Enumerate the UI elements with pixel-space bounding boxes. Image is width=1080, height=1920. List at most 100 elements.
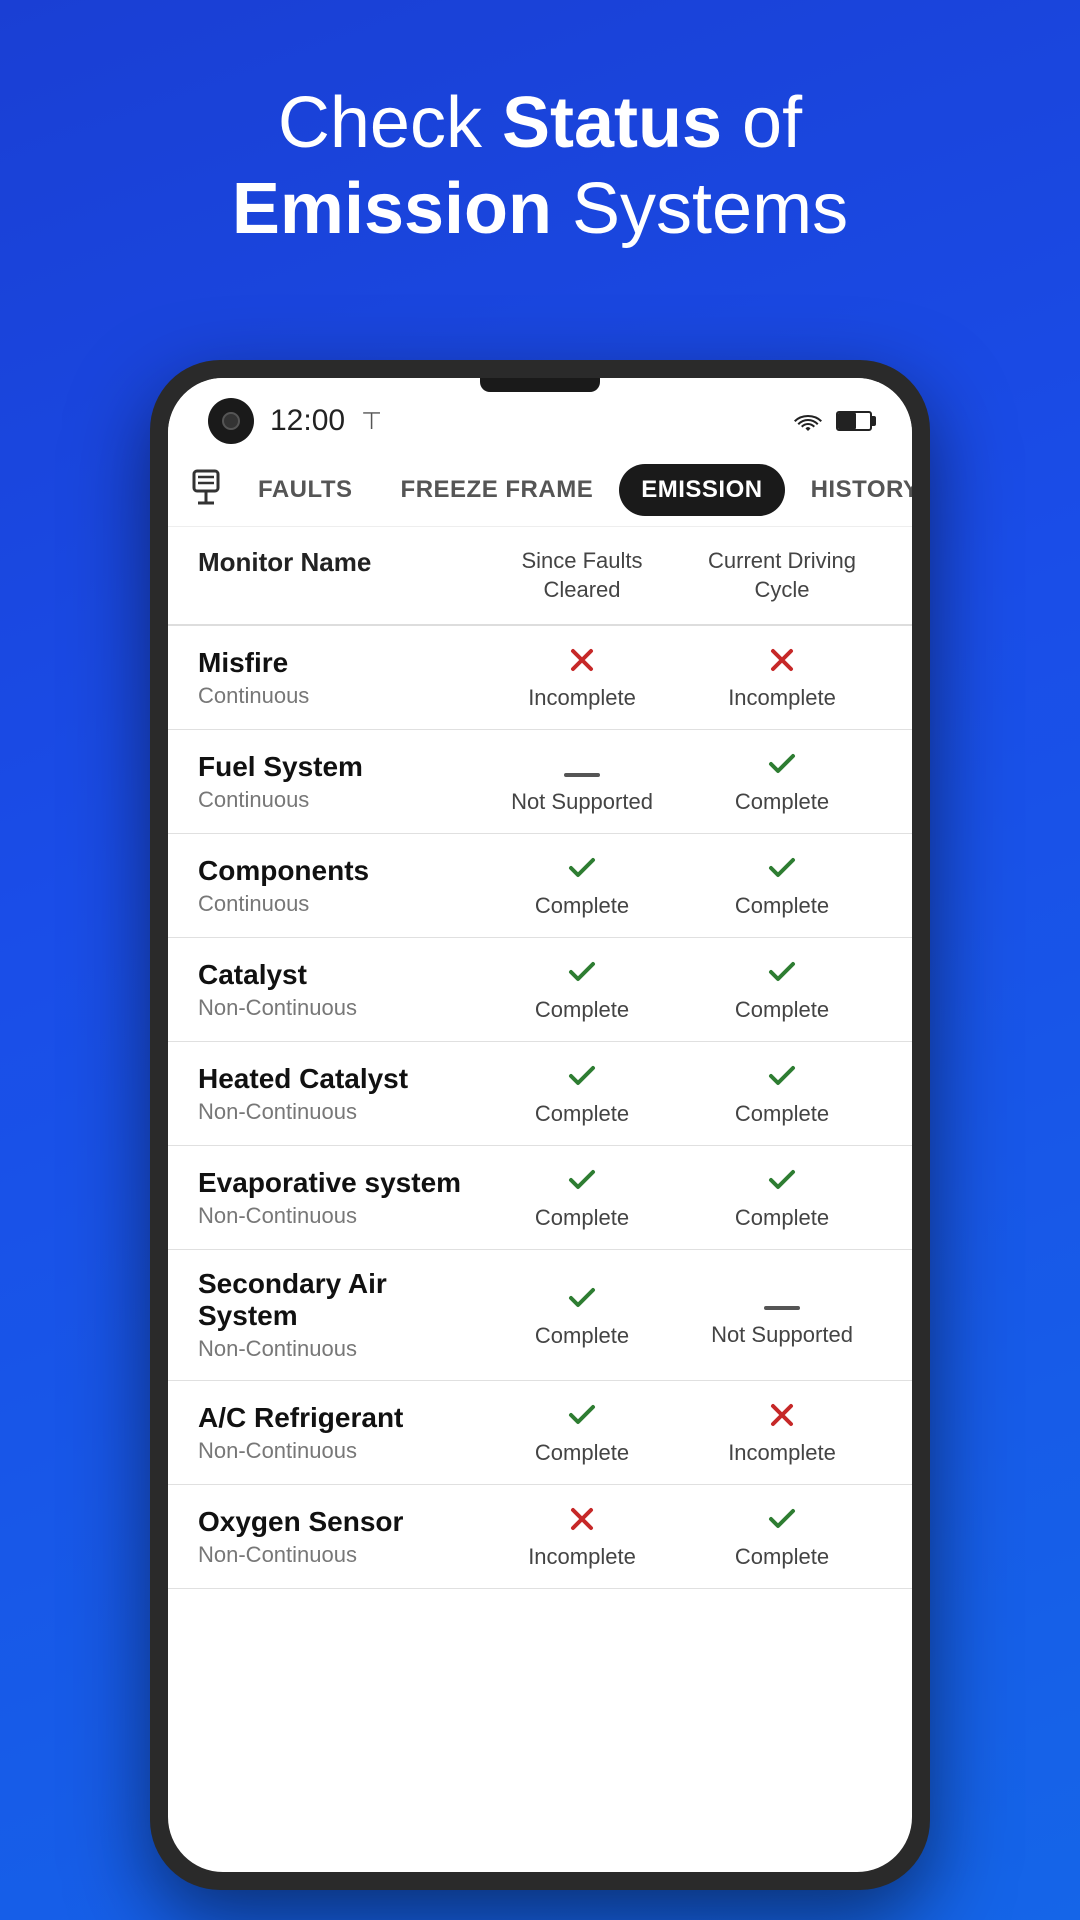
- since-status-label: Complete: [535, 893, 629, 919]
- since-status-icon: [566, 852, 598, 889]
- hero-header: Check Status of Emission Systems: [0, 0, 1080, 293]
- status-left: 12:00 ⊤: [208, 398, 382, 444]
- current-status-label: Incomplete: [728, 685, 836, 711]
- since-status-icon: [566, 956, 598, 993]
- table-row: Components Continuous Complete Complete: [168, 834, 912, 938]
- monitor-name: Components: [198, 855, 482, 887]
- header-current-cycle: Current Driving Cycle: [682, 547, 882, 604]
- current-status-icon: [766, 644, 798, 681]
- current-status-icon: [766, 1503, 798, 1540]
- since-faults-cell: Complete: [482, 1399, 682, 1466]
- current-status-label: Complete: [735, 1101, 829, 1127]
- obd-icon: [188, 469, 224, 512]
- signal-icon: ⊤: [361, 407, 382, 436]
- monitor-name: Misfire: [198, 647, 482, 679]
- monitor-info: Components Continuous: [198, 855, 482, 917]
- since-status-label: Incomplete: [528, 1544, 636, 1570]
- current-status-label: Complete: [735, 1205, 829, 1231]
- camera-icon: [208, 398, 254, 444]
- current-cycle-cell: Not Supported: [682, 1282, 882, 1348]
- battery-icon: [836, 411, 872, 431]
- since-faults-cell: Complete: [482, 956, 682, 1023]
- table-row: Misfire Continuous Incomplete Incomplete: [168, 626, 912, 730]
- tab-emission[interactable]: Emission: [619, 464, 784, 516]
- current-status-label: Complete: [735, 997, 829, 1023]
- monitor-name: Fuel System: [198, 751, 482, 783]
- monitor-info: Heated Catalyst Non-Continuous: [198, 1063, 482, 1125]
- monitor-type: Non-Continuous: [198, 1542, 482, 1568]
- current-status-icon: [766, 1399, 798, 1436]
- tab-freeze-frame[interactable]: Freeze Frame: [379, 464, 616, 516]
- monitor-type: Continuous: [198, 683, 482, 709]
- current-status-label: Complete: [735, 893, 829, 919]
- monitor-name: Evaporative system: [198, 1167, 482, 1199]
- table-row: Secondary Air System Non-Continuous Comp…: [168, 1250, 912, 1381]
- since-faults-cell: Incomplete: [482, 644, 682, 711]
- monitor-type: Non-Continuous: [198, 1099, 482, 1125]
- monitor-name: Catalyst: [198, 959, 482, 991]
- since-faults-cell: Complete: [482, 1164, 682, 1231]
- header-line2: Emission Systems: [232, 169, 848, 249]
- monitor-type: Non-Continuous: [198, 1336, 482, 1362]
- current-cycle-cell: Complete: [682, 852, 882, 919]
- current-status-icon: [766, 1060, 798, 1097]
- current-status-icon: [766, 1164, 798, 1201]
- header-line1: Check Status of: [278, 83, 802, 163]
- since-status-icon: [564, 749, 600, 785]
- monitor-info: Oxygen Sensor Non-Continuous: [198, 1506, 482, 1568]
- since-status-icon: [566, 644, 598, 681]
- tab-faults[interactable]: Faults: [236, 464, 375, 516]
- since-status-label: Complete: [535, 1205, 629, 1231]
- monitor-name: A/C Refrigerant: [198, 1402, 482, 1434]
- battery-fill: [838, 413, 856, 429]
- current-cycle-cell: Complete: [682, 1164, 882, 1231]
- monitor-name: Oxygen Sensor: [198, 1506, 482, 1538]
- since-status-icon: [566, 1282, 598, 1319]
- table-row: Evaporative system Non-Continuous Comple…: [168, 1146, 912, 1250]
- since-status-icon: [566, 1399, 598, 1436]
- table-row: Fuel System Continuous Not Supported Com…: [168, 730, 912, 834]
- emission-table: Monitor Name Since Faults Cleared Curren…: [168, 527, 912, 1872]
- current-cycle-cell: Complete: [682, 1060, 882, 1127]
- table-rows: Misfire Continuous Incomplete Incomplete…: [168, 626, 912, 1589]
- monitor-name: Heated Catalyst: [198, 1063, 482, 1095]
- current-status-label: Complete: [735, 789, 829, 815]
- status-time: 12:00: [270, 404, 345, 438]
- monitor-type: Non-Continuous: [198, 995, 482, 1021]
- since-faults-cell: Incomplete: [482, 1503, 682, 1570]
- status-right: [792, 409, 872, 433]
- current-status-icon: [766, 748, 798, 785]
- table-row: A/C Refrigerant Non-Continuous Complete …: [168, 1381, 912, 1485]
- since-status-label: Complete: [535, 1323, 629, 1349]
- table-row: Catalyst Non-Continuous Complete Complet…: [168, 938, 912, 1042]
- current-status-icon: [766, 956, 798, 993]
- since-status-label: Not Supported: [511, 789, 653, 815]
- header-monitor-name: Monitor Name: [198, 547, 482, 604]
- wifi-icon: [792, 409, 824, 433]
- current-cycle-cell: Incomplete: [682, 644, 882, 711]
- camera-lens: [222, 412, 240, 430]
- nav-tabs: Faults Freeze Frame Emission History: [168, 454, 912, 527]
- current-cycle-cell: Incomplete: [682, 1399, 882, 1466]
- monitor-type: Continuous: [198, 787, 482, 813]
- current-cycle-cell: Complete: [682, 748, 882, 815]
- tab-history[interactable]: History: [789, 464, 912, 516]
- monitor-info: Evaporative system Non-Continuous: [198, 1167, 482, 1229]
- current-status-label: Not Supported: [711, 1322, 853, 1348]
- since-faults-cell: Complete: [482, 852, 682, 919]
- since-faults-cell: Not Supported: [482, 749, 682, 815]
- monitor-name: Secondary Air System: [198, 1268, 482, 1332]
- monitor-type: Non-Continuous: [198, 1203, 482, 1229]
- current-cycle-cell: Complete: [682, 956, 882, 1023]
- table-header: Monitor Name Since Faults Cleared Curren…: [168, 527, 912, 626]
- since-status-label: Incomplete: [528, 685, 636, 711]
- monitor-type: Non-Continuous: [198, 1438, 482, 1464]
- monitor-type: Continuous: [198, 891, 482, 917]
- phone-screen: 12:00 ⊤: [168, 378, 912, 1872]
- since-status-label: Complete: [535, 1440, 629, 1466]
- since-status-label: Complete: [535, 997, 629, 1023]
- monitor-info: Misfire Continuous: [198, 647, 482, 709]
- monitor-info: Secondary Air System Non-Continuous: [198, 1268, 482, 1362]
- monitor-info: Catalyst Non-Continuous: [198, 959, 482, 1021]
- current-cycle-cell: Complete: [682, 1503, 882, 1570]
